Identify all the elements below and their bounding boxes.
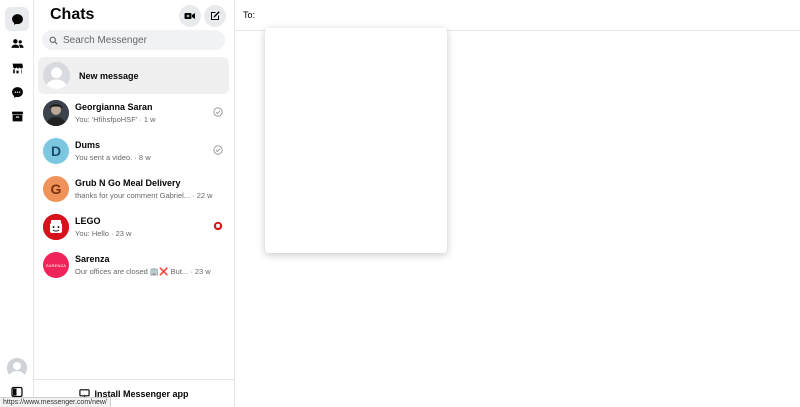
chat-bubble-icon bbox=[11, 13, 23, 25]
conversation-preview: thanks for your comment Gabriel... · 22 … bbox=[75, 191, 213, 200]
conversation-item[interactable]: G Grub N Go Meal Delivery thanks for you… bbox=[38, 171, 229, 207]
chats-panel: Chats New message Georgianna Saran You: … bbox=[34, 0, 235, 407]
people-icon bbox=[11, 38, 23, 48]
store-icon bbox=[12, 63, 23, 73]
conversation-avatar: SARENZA bbox=[43, 252, 69, 278]
archive-icon bbox=[11, 111, 23, 121]
left-rail bbox=[0, 0, 34, 407]
search-icon bbox=[49, 36, 58, 45]
conversation-item[interactable]: Georgianna Saran You: 'HfihsfpoHSF' · 1 … bbox=[38, 95, 229, 131]
sent-check-icon bbox=[213, 107, 223, 117]
profile-avatar[interactable] bbox=[7, 358, 27, 378]
conversation-avatar: D bbox=[43, 138, 69, 164]
user-silhouette-icon bbox=[7, 358, 27, 378]
page-title: Chats bbox=[50, 6, 95, 23]
conversation-preview: You: 'HfihsfpoHSF' · 1 w bbox=[75, 115, 156, 124]
conversation-name: Sarenza bbox=[75, 254, 110, 264]
conversation-preview: You sent a video. · 8 w bbox=[75, 153, 151, 162]
messenger-app: Chats New message Georgianna Saran You: … bbox=[0, 0, 800, 407]
conversation-name: LEGO bbox=[75, 216, 101, 226]
conversation-item[interactable]: SARENZA Sarenza Our offices are closed 🏢… bbox=[38, 247, 229, 283]
browser-status-url: https://www.messenger.com/new/ bbox=[0, 397, 111, 407]
recipient-input[interactable] bbox=[261, 10, 762, 20]
seen-avatar-icon bbox=[213, 221, 223, 231]
rail-marketplace-button[interactable] bbox=[5, 56, 29, 80]
compose-icon bbox=[211, 11, 220, 20]
rail-people-button[interactable] bbox=[5, 31, 29, 55]
sent-check-icon bbox=[213, 145, 223, 155]
conversation-avatar: G bbox=[43, 176, 69, 202]
conversation-item[interactable]: LEGO You: Hello · 23 w bbox=[38, 209, 229, 245]
new-message-avatar bbox=[43, 62, 70, 89]
recipient-suggestions-popup bbox=[265, 28, 447, 253]
conversation-name: Dums bbox=[75, 140, 101, 150]
to-label: To: bbox=[243, 10, 256, 20]
search-input[interactable] bbox=[63, 34, 213, 46]
rail-requests-button[interactable] bbox=[5, 80, 29, 104]
compose-area: To: bbox=[235, 0, 800, 407]
new-video-call-button[interactable] bbox=[179, 5, 201, 27]
message-dots-icon bbox=[11, 86, 23, 98]
conversation-item[interactable]: D Dums You sent a video. · 8 w bbox=[38, 133, 229, 169]
rail-archive-button[interactable] bbox=[5, 104, 29, 128]
compose-new-message-button[interactable] bbox=[204, 5, 226, 27]
recipient-bar: To: bbox=[235, 0, 800, 31]
video-camera-icon bbox=[184, 13, 195, 19]
conversation-preview: Our offices are closed 🏢❌ But... · 23 w bbox=[75, 267, 211, 276]
conversation-avatar bbox=[43, 214, 69, 240]
conversation-preview: You: Hello · 23 w bbox=[75, 229, 132, 238]
lego-logo-icon bbox=[43, 214, 69, 240]
conversation-avatar bbox=[43, 100, 69, 126]
search-box[interactable] bbox=[42, 30, 225, 50]
photo-avatar-icon bbox=[43, 100, 69, 126]
conversation-name: Grub N Go Meal Delivery bbox=[75, 178, 181, 188]
conversation-name: Georgianna Saran bbox=[75, 102, 153, 112]
rail-chats-button[interactable] bbox=[5, 7, 29, 31]
new-message-draft[interactable]: New message bbox=[38, 57, 229, 94]
new-message-label: New message bbox=[79, 70, 139, 81]
user-silhouette-icon bbox=[43, 62, 70, 89]
